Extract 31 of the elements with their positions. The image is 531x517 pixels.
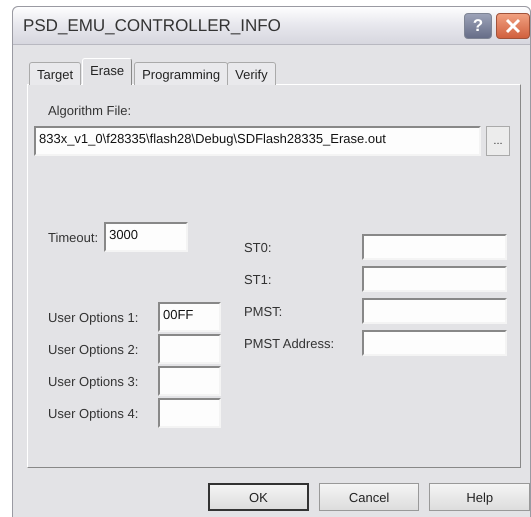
input-field[interactable] [362,234,507,260]
field-label: User Options 1: [48,310,138,324]
field-label: ST0: [244,240,272,254]
dialog-button[interactable]: Help [429,483,530,511]
input-field[interactable] [362,330,507,356]
field-label: Timeout: [48,230,98,244]
field-label: ST1: [244,272,272,286]
field-label: Algorithm File: [48,103,132,118]
input-field[interactable] [158,334,221,364]
dialog-button[interactable]: OK [208,483,309,511]
field-label: User Options 4: [48,406,138,420]
field-label: User Options 3: [48,374,138,388]
field-label: PMST: [244,304,282,318]
dialog-button[interactable]: Cancel [318,483,420,511]
tab[interactable]: Programming [134,62,228,85]
close-button[interactable] [496,12,530,38]
input-field[interactable] [362,298,507,324]
tab[interactable]: Erase [82,58,132,85]
field-label: User Options 2: [48,342,138,356]
tab[interactable]: Verify [227,62,276,85]
field-label: PMST Address: [244,336,334,350]
input-field[interactable] [362,266,507,292]
tab[interactable]: Target [29,62,82,85]
input-field[interactable]: 00FF [158,302,221,332]
close-icon [505,18,521,34]
input-field[interactable]: 833x_v1_0\f28335\flash28\Debug\SDFlash28335_Erase.out [34,126,481,156]
input-field[interactable]: 3000 [104,222,188,252]
window-title: PSD_EMU_CONTROLLER_INFO [23,16,282,36]
input-field[interactable] [158,398,221,428]
browse-button[interactable]: ... [486,126,510,156]
input-field[interactable] [158,366,221,396]
